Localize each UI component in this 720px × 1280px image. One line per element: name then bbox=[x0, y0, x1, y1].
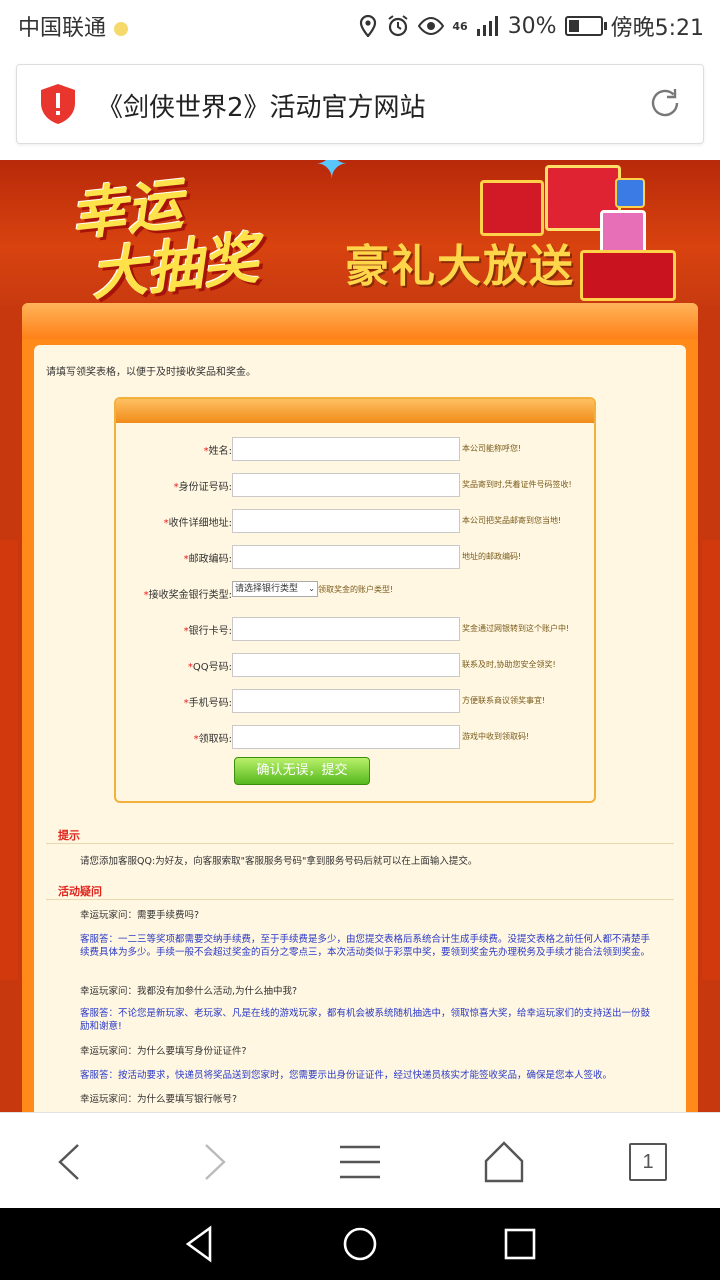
claim-code-input[interactable] bbox=[232, 725, 460, 749]
tabs-button[interactable]: 1 bbox=[620, 1137, 676, 1187]
form-row-phone: *手机号码: 方便联系商议领奖事宜! bbox=[116, 689, 594, 713]
form-row-card-number: *银行卡号: 奖金通过网银转到这个账户中! bbox=[116, 617, 594, 641]
form-row-id-number: *身份证号码: 奖品寄到时,凭着证件号码签收! bbox=[116, 473, 594, 497]
field-label: 身份证号码: bbox=[178, 482, 232, 493]
faq-answer: 客服答：按活动要求，快递员将奖品送到您家时，您需要示出身份证证件，经过快递员核实… bbox=[80, 1070, 613, 1081]
faq-answer: 客服答：不论您是新玩家、老玩家、凡是在线的游戏玩家，都有机会被系统随机抽选中，领… bbox=[80, 1008, 651, 1032]
field-hint: 本公司能称呼您! bbox=[462, 444, 522, 453]
battery-icon bbox=[564, 16, 607, 36]
page-title[interactable]: 《剑侠世界2》活动官方网站 bbox=[97, 87, 426, 124]
banner-slogan: 豪礼大放送 bbox=[345, 241, 575, 292]
network-type: 46 bbox=[452, 19, 468, 33]
forward-icon[interactable] bbox=[186, 1137, 242, 1187]
side-decoration-left bbox=[0, 540, 18, 980]
alarm-icon bbox=[388, 15, 408, 37]
tip-heading: 提示 bbox=[58, 829, 80, 842]
tip-text: 请您添加客服QQ:为好友，向客服索取"客服服务号码"拿到服务号码后就可以在上面输… bbox=[80, 856, 478, 867]
id-number-input[interactable] bbox=[232, 473, 460, 497]
form-row-qq: *QQ号码: 联系及时,协助您安全领奖! bbox=[116, 653, 594, 677]
menu-icon[interactable] bbox=[332, 1137, 388, 1187]
faq-question: 幸运玩家问：需要手续费吗? bbox=[80, 910, 200, 921]
system-nav-bar bbox=[0, 1208, 720, 1280]
submit-button[interactable]: 确认无误，提交 bbox=[234, 757, 370, 785]
home-icon[interactable] bbox=[476, 1137, 532, 1187]
signal-icon bbox=[476, 16, 498, 36]
divider bbox=[46, 843, 674, 844]
intro-text: 请填写领奖表格，以便于及时接收奖品和奖金。 bbox=[46, 367, 256, 378]
form-header bbox=[116, 399, 594, 423]
field-label: QQ号码: bbox=[192, 662, 232, 673]
web-content[interactable]: ✦ 幸运 大抽奖 豪礼大放送 请填写领奖表格，以便于及时接收奖品和奖金。 *姓名… bbox=[0, 160, 720, 1112]
name-input[interactable] bbox=[232, 437, 460, 461]
field-hint: 方便联系商议领奖事宜! bbox=[462, 696, 546, 705]
eye-comfort-icon bbox=[418, 16, 445, 36]
field-label: 银行卡号: bbox=[188, 626, 232, 637]
phone-input[interactable] bbox=[232, 689, 460, 713]
form-row-address: *收件详细地址: 本公司把奖品邮寄到您当地! bbox=[116, 509, 594, 533]
gift-box-image bbox=[615, 178, 645, 208]
field-label: 姓名: bbox=[208, 446, 232, 457]
claim-form: *姓名: 本公司能称呼您! *身份证号码: 奖品寄到时,凭着证件号码签收! *收… bbox=[114, 397, 596, 803]
security-warning-icon[interactable] bbox=[39, 83, 77, 125]
clock: 傍晚5:21 bbox=[610, 16, 704, 41]
battery-percent: 30% bbox=[507, 13, 557, 39]
form-row-postcode: *邮政编码: 地址的邮政编码! bbox=[116, 545, 594, 569]
postcode-input[interactable] bbox=[232, 545, 460, 569]
side-decoration-right bbox=[702, 540, 720, 980]
field-label: 手机号码: bbox=[188, 698, 232, 709]
carrier-area: 中国联通 bbox=[18, 10, 129, 42]
content-panel: 请填写领奖表格，以便于及时接收奖品和奖金。 *姓名: 本公司能称呼您! *身份证… bbox=[34, 345, 686, 1112]
carrier-name: 中国联通 bbox=[18, 16, 107, 41]
system-home-icon[interactable] bbox=[338, 1222, 382, 1266]
frame-header bbox=[22, 303, 698, 339]
address-bar[interactable]: 《剑侠世界2》活动官方网站 bbox=[16, 64, 704, 144]
field-hint: 联系及时,协助您安全领奖! bbox=[462, 660, 556, 669]
address-input[interactable] bbox=[232, 509, 460, 533]
faq-answer: 客服答：一二三等奖项都需要交纳手续费，至于手续费是多少，由您提交表格后系统合计生… bbox=[80, 934, 651, 958]
bank-type-select[interactable]: 请选择银行类型 ⌄ bbox=[232, 581, 318, 597]
field-hint: 游戏中收到领取码! bbox=[462, 732, 530, 741]
gift-box-image bbox=[480, 180, 544, 236]
field-label: 接收奖金银行类型: bbox=[148, 590, 232, 601]
faq-question: 幸运玩家问：为什么要填写身份证证件? bbox=[80, 1046, 247, 1057]
banner-heading-2: 大抽奖 bbox=[87, 226, 262, 309]
content-frame: 请填写领奖表格，以便于及时接收奖品和奖金。 *姓名: 本公司能称呼您! *身份证… bbox=[22, 303, 698, 1112]
system-recents-icon[interactable] bbox=[498, 1222, 542, 1266]
field-hint: 领取奖金的账户类型! bbox=[318, 585, 394, 594]
reload-icon[interactable] bbox=[647, 85, 683, 121]
chevron-down-icon: ⌄ bbox=[308, 584, 315, 593]
form-row-claim-code: *领取码: 游戏中收到领取码! bbox=[116, 725, 594, 749]
faq-question: 幸运玩家问：为什么要填写银行帐号? bbox=[80, 1094, 238, 1105]
notification-dot-icon bbox=[114, 22, 129, 36]
status-bar: 中国联通 46 30% 傍晚5:21 bbox=[0, 0, 720, 50]
form-row-name: *姓名: 本公司能称呼您! bbox=[116, 437, 594, 461]
field-hint: 地址的邮政编码! bbox=[462, 552, 522, 561]
back-icon[interactable] bbox=[42, 1137, 98, 1187]
field-hint: 奖品寄到时,凭着证件号码签收! bbox=[462, 480, 572, 489]
field-hint: 本公司把奖品邮寄到您当地! bbox=[462, 516, 562, 525]
status-icons: 46 30% 傍晚5:21 bbox=[358, 10, 704, 42]
browser-toolbar: 1 bbox=[0, 1112, 720, 1209]
faq-heading: 活动疑问 bbox=[58, 885, 102, 898]
form-row-bank-type: *接收奖金银行类型: 请选择银行类型 ⌄ 领取奖金的账户类型! bbox=[116, 581, 594, 605]
field-label: 收件详细地址: bbox=[168, 518, 232, 529]
field-label: 邮政编码: bbox=[188, 554, 232, 565]
gift-box-image bbox=[580, 250, 676, 301]
bank-type-selected: 请选择银行类型 bbox=[235, 584, 299, 594]
card-number-input[interactable] bbox=[232, 617, 460, 641]
divider bbox=[46, 899, 674, 900]
banner-top-ornament: ✦ bbox=[315, 160, 349, 188]
field-hint: 奖金通过网银转到这个账户中! bbox=[462, 624, 570, 633]
field-label: 领取码: bbox=[198, 734, 232, 745]
faq-question: 幸运玩家问：我都没有加参什么活动,为什么抽中我? bbox=[80, 986, 298, 997]
promo-banner: ✦ 幸运 大抽奖 豪礼大放送 bbox=[0, 160, 720, 309]
location-icon bbox=[360, 15, 377, 37]
tab-count: 1 bbox=[629, 1143, 667, 1181]
qq-input[interactable] bbox=[232, 653, 460, 677]
system-back-icon[interactable] bbox=[178, 1222, 222, 1266]
